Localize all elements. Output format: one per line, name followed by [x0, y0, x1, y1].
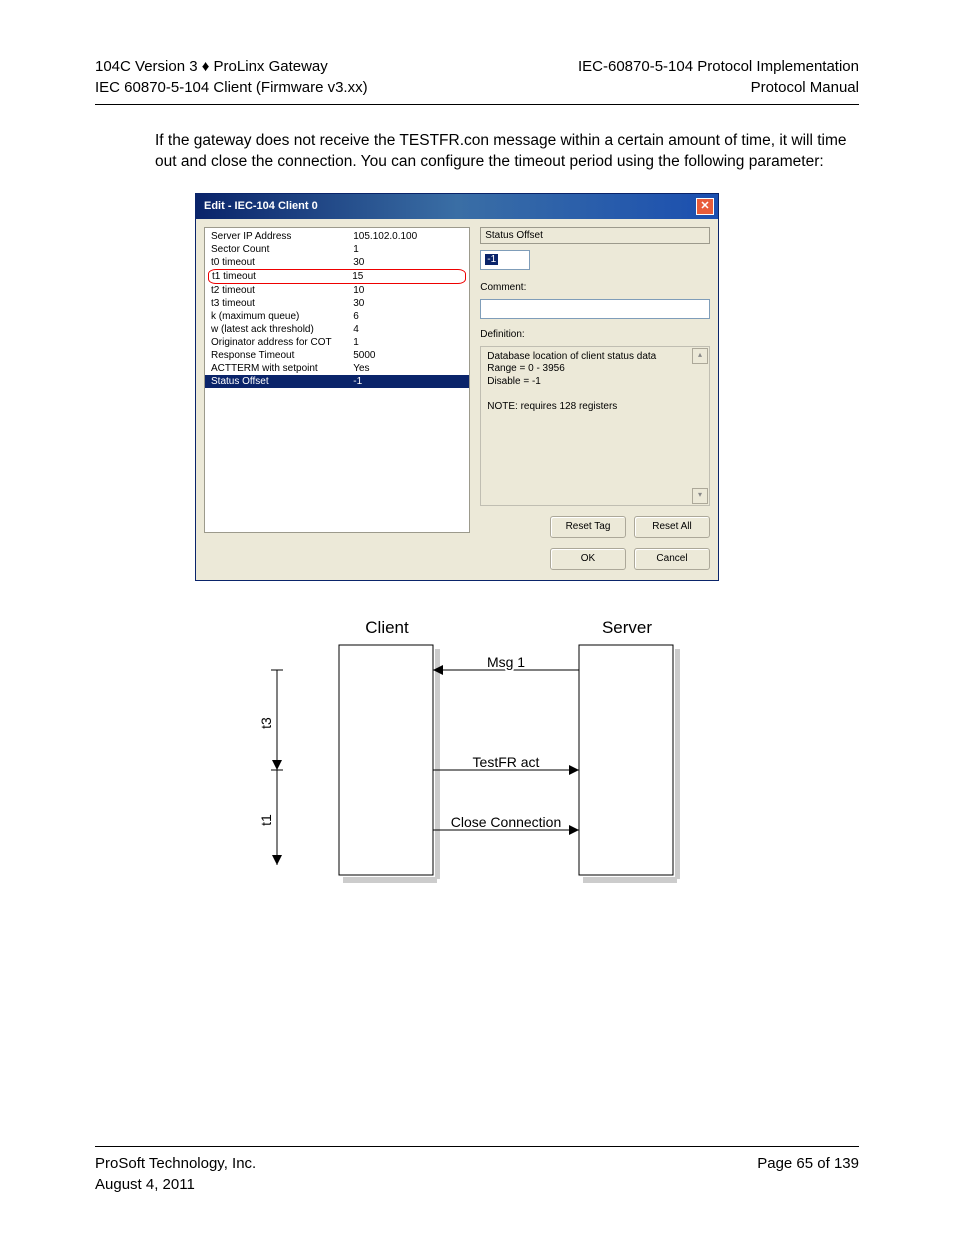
- param-value: 1: [353, 336, 463, 349]
- reset-all-button[interactable]: Reset All: [634, 516, 710, 538]
- param-value: 6: [353, 310, 463, 323]
- t1-label: t1: [258, 814, 274, 826]
- param-row[interactable]: Server IP Address105.102.0.100: [205, 230, 469, 243]
- param-value: 1: [353, 243, 463, 256]
- param-key: k (maximum queue): [211, 310, 353, 323]
- param-row[interactable]: t3 timeout30: [205, 297, 469, 310]
- param-row[interactable]: w (latest ack threshold)4: [205, 323, 469, 336]
- dialog-titlebar[interactable]: Edit - IEC-104 Client 0 ✕: [196, 194, 718, 219]
- cancel-button[interactable]: Cancel: [634, 548, 710, 570]
- page-footer: ProSoft Technology, Inc. August 4, 2011 …: [95, 1146, 859, 1195]
- param-value: 4: [353, 323, 463, 336]
- param-key: Status Offset: [211, 375, 353, 388]
- param-value: 15: [352, 270, 462, 283]
- param-row[interactable]: Response Timeout5000: [205, 349, 469, 362]
- param-row[interactable]: Sector Count1: [205, 243, 469, 256]
- edit-dialog: Edit - IEC-104 Client 0 ✕ Server IP Addr…: [195, 193, 719, 581]
- param-row[interactable]: k (maximum queue)6: [205, 310, 469, 323]
- param-value: 10: [353, 284, 463, 297]
- param-value: 30: [353, 256, 463, 269]
- definition-label: Definition:: [480, 329, 710, 340]
- scroll-down-icon[interactable]: ▾: [692, 488, 708, 504]
- header-right-1: IEC-60870-5-104 Protocol Implementation: [578, 56, 859, 77]
- parameter-list[interactable]: Server IP Address105.102.0.100Sector Cou…: [204, 227, 470, 533]
- status-offset-input[interactable]: -1: [480, 250, 530, 270]
- header-left-1: 104C Version 3 ♦ ProLinx Gateway: [95, 56, 368, 77]
- param-key: t2 timeout: [211, 284, 353, 297]
- param-key: t3 timeout: [211, 297, 353, 310]
- close-icon[interactable]: ✕: [696, 198, 714, 215]
- body-paragraph: If the gateway does not receive the TEST…: [155, 131, 859, 173]
- dialog-title: Edit - IEC-104 Client 0: [204, 200, 318, 212]
- footer-date: August 4, 2011: [95, 1174, 256, 1195]
- param-key: t1 timeout: [212, 270, 352, 283]
- msg2-label: TestFR act: [473, 754, 540, 770]
- param-key: ACTTERM with setpoint: [211, 362, 353, 375]
- msg1-label: Msg 1: [487, 654, 525, 670]
- param-value: 5000: [353, 349, 463, 362]
- param-key: w (latest ack threshold): [211, 323, 353, 336]
- param-row[interactable]: Status Offset-1: [205, 375, 469, 388]
- param-key: Originator address for COT: [211, 336, 353, 349]
- header-right-2: Protocol Manual: [578, 77, 859, 98]
- param-value: -1: [353, 375, 463, 388]
- client-label: Client: [365, 618, 409, 637]
- field-label: Status Offset: [480, 227, 710, 244]
- param-row[interactable]: ACTTERM with setpointYes: [205, 362, 469, 375]
- comment-input[interactable]: [480, 299, 710, 319]
- param-key: Sector Count: [211, 243, 353, 256]
- ok-button[interactable]: OK: [550, 548, 626, 570]
- reset-tag-button[interactable]: Reset Tag: [550, 516, 626, 538]
- server-label: Server: [602, 618, 652, 637]
- param-value: Yes: [353, 362, 463, 375]
- param-row[interactable]: t1 timeout15: [208, 269, 466, 284]
- comment-label: Comment:: [480, 282, 710, 293]
- sequence-diagram: Client Server Msg 1 TestFR act Close Con…: [95, 615, 859, 895]
- param-key: Server IP Address: [211, 230, 353, 243]
- header-left-2: IEC 60870-5-104 Client (Firmware v3.xx): [95, 77, 368, 98]
- t3-label: t3: [258, 717, 274, 729]
- param-key: Response Timeout: [211, 349, 353, 362]
- definition-box: ▴ Database location of client status dat…: [480, 346, 710, 506]
- param-value: 30: [353, 297, 463, 310]
- param-row[interactable]: t0 timeout30: [205, 256, 469, 269]
- scroll-up-icon[interactable]: ▴: [692, 348, 708, 364]
- param-row[interactable]: t2 timeout10: [205, 284, 469, 297]
- param-row[interactable]: Originator address for COT1: [205, 336, 469, 349]
- page-header: 104C Version 3 ♦ ProLinx Gateway IEC 608…: [95, 56, 859, 105]
- param-key: t0 timeout: [211, 256, 353, 269]
- footer-company: ProSoft Technology, Inc.: [95, 1153, 256, 1174]
- param-value: 105.102.0.100: [353, 230, 463, 243]
- page-number: Page 65 of 139: [757, 1153, 859, 1195]
- msg3-label: Close Connection: [451, 814, 562, 830]
